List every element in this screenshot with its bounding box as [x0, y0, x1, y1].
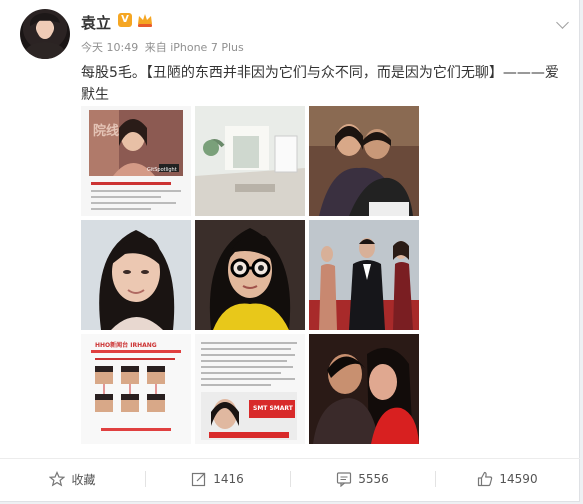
interior-room-photo-icon [195, 106, 305, 216]
favorite-button[interactable]: 收藏 [0, 459, 145, 499]
image-tile-2[interactable] [195, 106, 305, 216]
post-time[interactable]: 今天 10:49 [81, 41, 138, 54]
couple-hug-photo-icon [309, 106, 419, 216]
favorite-label: 收藏 [71, 472, 96, 487]
couple-red-photo-icon [309, 334, 419, 444]
weibo-post-card: 袁立 V 今天 10:49 来自 iPhone 7 Plus 每股5毛。【丑陋的… [0, 0, 580, 502]
avatar-face [37, 19, 53, 39]
avatar-body [25, 42, 65, 59]
like-button[interactable]: 14590 [435, 459, 580, 499]
like-count: 14590 [499, 472, 538, 486]
image-grid: 院线 GitSpotlight HHO新闻台 IRHANG SMT SMART [81, 106, 420, 445]
article-banner: SMT SMART [253, 405, 293, 412]
image-caption: 院线 [93, 124, 120, 139]
repost-icon [192, 472, 206, 487]
article-screenshot-faces-icon [91, 350, 181, 431]
repost-count: 1416 [213, 472, 244, 486]
post-text: 每股5毛。【丑陋的东西并非因为它们与众不同，而是因为它们无聊】———爱默生 [81, 65, 559, 103]
thumbs-up-icon [478, 471, 493, 487]
post-meta: 今天 10:49 来自 iPhone 7 Plus [81, 39, 244, 55]
vip-crown-icon [138, 14, 152, 27]
star-icon [49, 471, 66, 487]
comment-button[interactable]: 5556 [290, 459, 435, 499]
verified-badge-icon: V [118, 13, 132, 27]
image-tile-1[interactable]: 院线 GitSpotlight [81, 106, 191, 216]
action-bar: 收藏 1416 5556 14590 [0, 458, 580, 499]
image-tile-8[interactable]: SMT SMART [195, 334, 305, 444]
comment-count: 5556 [358, 472, 389, 486]
image-tile-6[interactable] [309, 220, 419, 330]
post-source: 来自 iPhone 7 Plus [144, 41, 244, 54]
woman-glasses-photo-icon [195, 220, 305, 330]
article-header: HHO新闻台 IRHANG [95, 342, 157, 349]
image-tile-9[interactable] [309, 334, 419, 444]
image-tile-7[interactable]: HHO新闻台 IRHANG [81, 334, 191, 444]
image-watermark: GitSpotlight [147, 167, 177, 173]
image-tile-4[interactable] [81, 220, 191, 330]
red-carpet-photo-icon [309, 220, 419, 330]
avatar[interactable] [20, 9, 70, 59]
repost-button[interactable]: 1416 [145, 459, 290, 499]
woman-portrait-photo-icon [81, 220, 191, 330]
author-name[interactable]: 袁立 [81, 12, 111, 33]
image-tile-5[interactable] [195, 220, 305, 330]
image-tile-3[interactable] [309, 106, 419, 216]
chevron-down-icon[interactable] [556, 16, 569, 29]
article-screenshot-text-icon [201, 342, 297, 440]
comment-icon [337, 472, 352, 487]
